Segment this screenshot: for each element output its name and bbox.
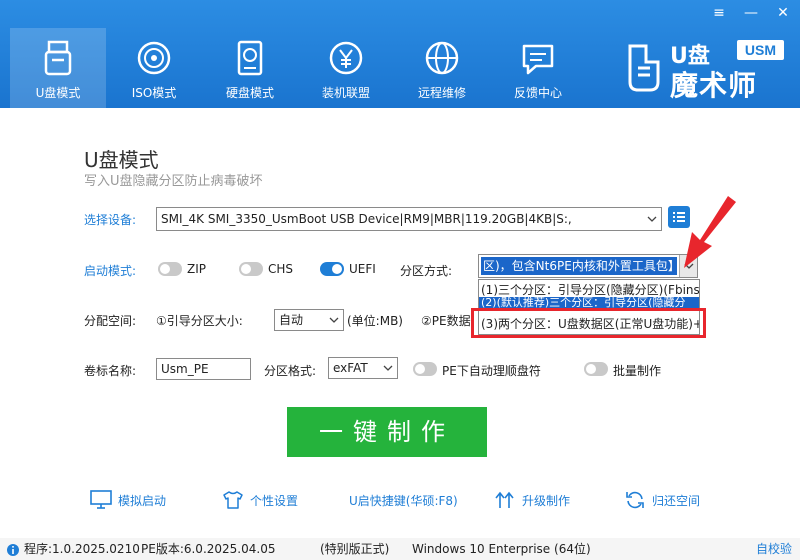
chevron-down-icon xyxy=(679,255,697,277)
title-header: ≡ — ✕ U盘模式 ISO模式 硬盘模式 装机联盟 远程维修 反馈中心 U盘 … xyxy=(0,0,800,108)
chevron-down-icon xyxy=(643,208,661,230)
disc-icon xyxy=(137,41,171,75)
boot-size-value: 自动 xyxy=(279,313,304,327)
batch-toggle[interactable] xyxy=(584,362,608,376)
os-info: Windows 10 Enterprise (64位) xyxy=(412,542,591,556)
nav-label: ISO模式 xyxy=(131,86,177,100)
monitor-icon xyxy=(90,490,112,509)
globe-icon xyxy=(425,41,459,75)
upgrade-tool[interactable]: 升级制作 xyxy=(494,488,570,512)
tool-label: 升级制作 xyxy=(522,493,571,508)
brand-logo: U盘 USM 魔术师 xyxy=(624,38,784,102)
list-icon xyxy=(673,212,685,222)
format-select[interactable]: exFAT xyxy=(328,357,398,379)
partition-method-select[interactable]: 区)，包含Nt6PE内核和外置工具包】 xyxy=(478,254,698,278)
device-label: 选择设备: xyxy=(84,213,137,227)
tool-label: 模拟启动 xyxy=(118,493,167,508)
auto-letter-label: PE下自动理顺盘符 xyxy=(442,364,541,378)
logo-mark-icon xyxy=(628,44,660,92)
status-bar: 程序:1.0.2025.0210 PE版本:6.0.2025.04.05 (特别… xyxy=(0,538,800,560)
nav-usb-mode[interactable]: U盘模式 xyxy=(10,28,106,108)
upgrade-arrows-icon xyxy=(495,491,514,508)
auto-letter-toggle[interactable] xyxy=(413,362,437,376)
zip-label: ZIP xyxy=(187,262,206,276)
nav-label: 远程维修 xyxy=(417,86,466,100)
menu-icon[interactable]: ≡ xyxy=(710,4,728,22)
toggle-knob xyxy=(415,364,425,374)
unit-label: (单位:MB) xyxy=(347,314,403,328)
uefi-toggle[interactable] xyxy=(320,262,344,276)
boot-mode-label: 启动模式: xyxy=(84,264,137,278)
toggle-knob xyxy=(332,264,342,274)
nav-label: 反馈中心 xyxy=(513,86,562,100)
chs-toggle[interactable] xyxy=(239,262,263,276)
volume-input[interactable]: Usm_PE xyxy=(156,358,251,380)
pe-version: PE版本:6.0.2025.04.05 xyxy=(141,542,276,556)
hard-disk-icon xyxy=(237,40,263,76)
tool-label: 归还空间 xyxy=(652,493,701,508)
toggle-knob xyxy=(241,264,251,274)
device-select[interactable]: SMI_4K SMI_3350_UsmBoot USB Device|RM9|M… xyxy=(156,207,662,231)
toggle-knob xyxy=(586,364,596,374)
make-button[interactable]: 一键制作 xyxy=(287,407,487,457)
partition-method-label: 分区方式: xyxy=(400,264,453,278)
toggle-knob xyxy=(160,264,170,274)
uefi-label: UEFI xyxy=(349,262,376,276)
brand-badge: USM xyxy=(736,40,784,60)
pe-size-label: ②PE数据 xyxy=(421,314,471,328)
close-icon[interactable]: ✕ xyxy=(774,4,792,22)
nav-feedback[interactable]: 反馈中心 xyxy=(490,28,586,108)
usb-drive-icon xyxy=(44,40,72,76)
chs-label: CHS xyxy=(268,262,294,276)
main-nav: U盘模式 ISO模式 硬盘模式 装机联盟 远程维修 反馈中心 xyxy=(10,28,586,108)
volume-label: 卷标名称: xyxy=(84,364,137,378)
program-version: 程序:1.0.2025.0210 xyxy=(24,542,140,556)
shirt-icon xyxy=(223,491,243,509)
highlight-frame xyxy=(471,308,706,338)
batch-label: 批量制作 xyxy=(613,364,662,378)
nav-label: 装机联盟 xyxy=(321,86,370,100)
info-icon xyxy=(7,544,19,556)
tool-label: 个性设置 xyxy=(250,493,299,508)
boot-size-label: ①引导分区大小: xyxy=(156,314,243,328)
simulate-boot-tool[interactable]: 模拟启动 xyxy=(90,488,166,512)
format-label: 分区格式: xyxy=(264,364,317,378)
boot-hotkey-tool[interactable]: U启快捷键(华硕:F8) xyxy=(349,488,458,512)
brand-name: 魔术师 xyxy=(670,69,758,102)
partition-method-value: 区)，包含Nt6PE内核和外置工具包】 xyxy=(481,257,677,275)
boot-size-select[interactable]: 自动 xyxy=(274,309,344,331)
zip-toggle[interactable] xyxy=(158,262,182,276)
nav-remote-repair[interactable]: 远程维修 xyxy=(394,28,490,108)
nav-label: U盘模式 xyxy=(35,86,81,100)
nav-hdd-mode[interactable]: 硬盘模式 xyxy=(202,28,298,108)
device-list-button[interactable] xyxy=(668,206,690,228)
refresh-icon xyxy=(626,491,644,509)
minimize-icon[interactable]: — xyxy=(742,4,760,22)
chat-bubble-icon xyxy=(522,44,554,75)
nav-alliance[interactable]: 装机联盟 xyxy=(298,28,394,108)
chevron-down-icon xyxy=(379,358,397,378)
page-title: U盘模式 xyxy=(84,148,159,172)
page-subtitle: 写入U盘隐藏分区防止病毒破坏 xyxy=(84,174,263,189)
window-controls: ≡ — ✕ xyxy=(710,4,792,22)
nav-iso-mode[interactable]: ISO模式 xyxy=(106,28,202,108)
device-value: SMI_4K SMI_3350_UsmBoot USB Device|RM9|M… xyxy=(161,212,572,226)
tool-label: U启快捷键(华硕:F8) xyxy=(349,493,458,508)
self-verify-link[interactable]: 自校验 xyxy=(756,538,792,560)
reclaim-space-tool[interactable]: 归还空间 xyxy=(624,488,700,512)
nav-label: 硬盘模式 xyxy=(225,86,274,100)
yen-coin-icon xyxy=(329,41,363,75)
format-value: exFAT xyxy=(333,361,368,375)
personalize-tool[interactable]: 个性设置 xyxy=(222,488,298,512)
chevron-down-icon xyxy=(325,310,343,330)
edition: (特别版正式) xyxy=(320,542,390,556)
alloc-label: 分配空间: xyxy=(84,314,137,328)
